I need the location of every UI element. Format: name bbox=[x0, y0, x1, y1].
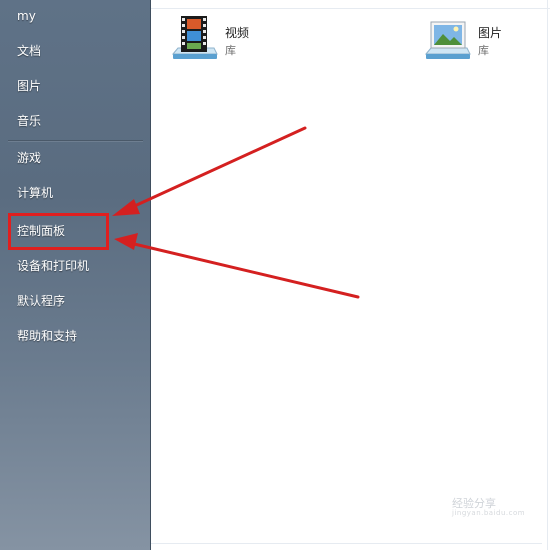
sidebar-item-computer[interactable]: 计算机 bbox=[0, 179, 150, 207]
sidebar-separator bbox=[8, 140, 143, 141]
watermark-sub: jingyan.baidu.com bbox=[452, 509, 526, 517]
sidebar-item-default-programs[interactable]: 默认程序 bbox=[0, 287, 150, 315]
sidebar-item-help-support[interactable]: 帮助和支持 bbox=[0, 322, 150, 350]
sidebar-item-music[interactable]: 音乐 bbox=[0, 107, 150, 135]
library-name-pictures: 图片 bbox=[478, 26, 503, 40]
bottom-border-line bbox=[151, 543, 542, 544]
library-item-pictures[interactable]: 图片 库 bbox=[423, 14, 543, 66]
sidebar-item-pictures[interactable]: 图片 bbox=[0, 72, 150, 100]
sidebar-item-devices-printers[interactable]: 设备和打印机 bbox=[0, 252, 150, 280]
libraries-content-area: 视频 库 图片 库 bbox=[151, 0, 550, 550]
library-type-pictures: 库 bbox=[478, 44, 489, 57]
library-type-videos: 库 bbox=[225, 44, 236, 57]
control-panel-highlight-box bbox=[8, 213, 109, 250]
sidebar-item-games[interactable]: 游戏 bbox=[0, 144, 150, 172]
sidebar-item-documents[interactable]: 文档 bbox=[0, 37, 150, 65]
start-menu-right-pane: my 文档 图片 音乐 游戏 计算机 控制面板 设备和打印机 默认程序 帮助和支… bbox=[0, 0, 151, 550]
right-border-line bbox=[547, 0, 548, 550]
video-library-icon bbox=[171, 16, 218, 59]
sidebar-item-user-folder[interactable]: my bbox=[0, 2, 150, 30]
library-name-videos: 视频 bbox=[225, 26, 250, 40]
top-border-line bbox=[151, 8, 550, 9]
library-item-videos[interactable]: 视频 库 bbox=[170, 14, 290, 66]
pictures-library-icon bbox=[424, 21, 471, 59]
watermark: 经验分享 jingyan.baidu.com bbox=[452, 495, 525, 517]
